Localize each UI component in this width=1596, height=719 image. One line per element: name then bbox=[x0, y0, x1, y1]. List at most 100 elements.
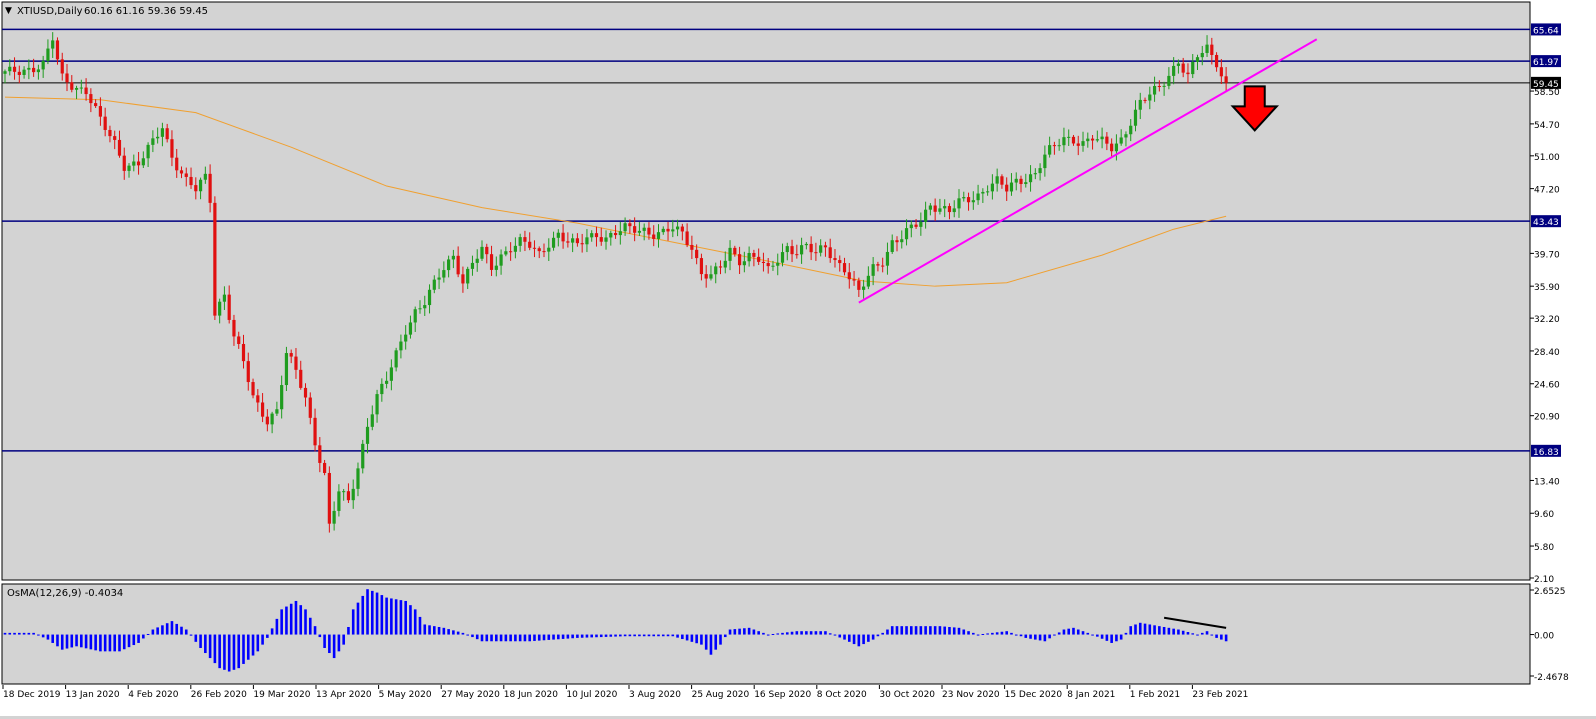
histogram-bar bbox=[1024, 634, 1028, 638]
candle-body bbox=[1133, 109, 1138, 126]
candle-body bbox=[108, 129, 112, 137]
candle-body bbox=[270, 413, 274, 425]
indicator-tick-label: -2.4678 bbox=[1534, 673, 1569, 683]
histogram-bar bbox=[561, 634, 565, 639]
candle-body bbox=[322, 462, 327, 473]
histogram-bar bbox=[991, 632, 994, 635]
histogram-bar bbox=[952, 627, 956, 635]
histogram-bar bbox=[776, 633, 780, 635]
histogram-bar bbox=[175, 623, 179, 635]
histogram-bar bbox=[213, 634, 217, 664]
histogram-bar bbox=[361, 595, 365, 635]
candle-body bbox=[351, 488, 355, 501]
candle-body bbox=[790, 246, 794, 255]
candle-body bbox=[737, 254, 742, 266]
histogram-bar bbox=[342, 634, 345, 645]
candle-body bbox=[1024, 182, 1028, 185]
candle-body bbox=[165, 128, 169, 140]
histogram-bar bbox=[847, 634, 851, 642]
histogram-bar bbox=[452, 630, 455, 635]
histogram-bar bbox=[924, 626, 927, 635]
candle-body bbox=[346, 491, 351, 501]
histogram-bar bbox=[428, 625, 431, 635]
main-plot-area[interactable] bbox=[1, 1, 1531, 581]
histogram-bar bbox=[566, 634, 570, 639]
candle-body bbox=[594, 233, 599, 238]
candle-body bbox=[32, 67, 36, 73]
candle-body bbox=[189, 176, 193, 186]
histogram-bar bbox=[280, 609, 283, 635]
candle-body bbox=[695, 249, 699, 259]
candle-body bbox=[494, 265, 498, 270]
indicator-plot-area[interactable] bbox=[1, 583, 1531, 685]
histogram-bar bbox=[318, 634, 322, 638]
candle-body bbox=[952, 208, 956, 213]
candle-body bbox=[680, 226, 684, 232]
candle-body bbox=[838, 260, 842, 264]
histogram-bar bbox=[380, 595, 384, 635]
price-tick-label: 5.80 bbox=[1534, 543, 1554, 553]
candle-body bbox=[260, 402, 265, 417]
candle-body bbox=[599, 237, 603, 242]
level-price-text: 43.43 bbox=[1533, 218, 1559, 228]
candle-body bbox=[780, 252, 785, 263]
candle bbox=[284, 346, 289, 391]
histogram-bar bbox=[60, 634, 64, 650]
candle-body bbox=[232, 319, 236, 337]
candle-body bbox=[1100, 136, 1104, 140]
time-tick-label: 18 Jun 2020 bbox=[504, 690, 558, 700]
histogram-bar bbox=[1014, 634, 1018, 636]
triangle-down-icon[interactable]: ▼ bbox=[5, 6, 12, 16]
price-tick-label: 51.00 bbox=[1534, 153, 1560, 163]
histogram-bar bbox=[771, 633, 775, 635]
histogram-bar bbox=[1210, 634, 1214, 636]
histogram-bar bbox=[356, 602, 360, 635]
histogram-bar bbox=[981, 633, 985, 635]
candle-body bbox=[671, 229, 675, 232]
histogram-bar bbox=[1076, 629, 1080, 635]
histogram-bar bbox=[132, 634, 136, 646]
histogram-bar bbox=[819, 631, 822, 635]
candle bbox=[213, 196, 217, 320]
price-chart[interactable]: 65.6461.9759.4543.4316.8358.5054.7051.00… bbox=[0, 0, 1596, 716]
histogram-bar bbox=[89, 634, 93, 650]
candle-body bbox=[55, 40, 60, 60]
candle-body bbox=[752, 252, 756, 257]
candle-body bbox=[1152, 86, 1157, 95]
candle-body bbox=[704, 274, 708, 279]
candle-body bbox=[1057, 145, 1061, 147]
price-tick-label: 20.90 bbox=[1534, 413, 1560, 423]
histogram-bar bbox=[1196, 634, 1199, 636]
candle-body bbox=[642, 227, 646, 231]
candle-body bbox=[675, 226, 680, 230]
time-tick-label: 8 Jan 2021 bbox=[1067, 690, 1115, 700]
candle-body bbox=[432, 279, 436, 290]
histogram-bar bbox=[218, 634, 221, 669]
histogram-bar bbox=[671, 634, 675, 637]
candle-body bbox=[151, 138, 155, 145]
candle-body bbox=[70, 82, 74, 90]
histogram-bar bbox=[943, 626, 946, 635]
candle-body bbox=[370, 414, 374, 427]
histogram-bar bbox=[1186, 632, 1190, 635]
histogram-bar bbox=[852, 634, 856, 645]
histogram-bar bbox=[1224, 634, 1228, 642]
histogram-bar bbox=[723, 634, 727, 638]
candle-body bbox=[509, 251, 513, 253]
histogram-bar bbox=[800, 631, 803, 635]
ohlc-readout: 60.16 61.16 59.36 59.45 bbox=[84, 6, 208, 17]
candle-body bbox=[933, 205, 937, 212]
histogram-bar bbox=[595, 634, 598, 638]
histogram-bar bbox=[1110, 634, 1113, 643]
candle-body bbox=[881, 265, 885, 267]
candle-body bbox=[613, 232, 618, 236]
candle-body bbox=[1071, 136, 1076, 144]
candle-body bbox=[1033, 173, 1037, 175]
time-tick-label: 15 Dec 2020 bbox=[1005, 690, 1063, 700]
histogram-bar bbox=[1162, 626, 1166, 635]
candle-body bbox=[528, 241, 532, 248]
histogram-bar bbox=[251, 634, 255, 656]
candle-body bbox=[184, 173, 188, 177]
candle-body bbox=[12, 66, 17, 72]
histogram-bar bbox=[738, 628, 741, 635]
